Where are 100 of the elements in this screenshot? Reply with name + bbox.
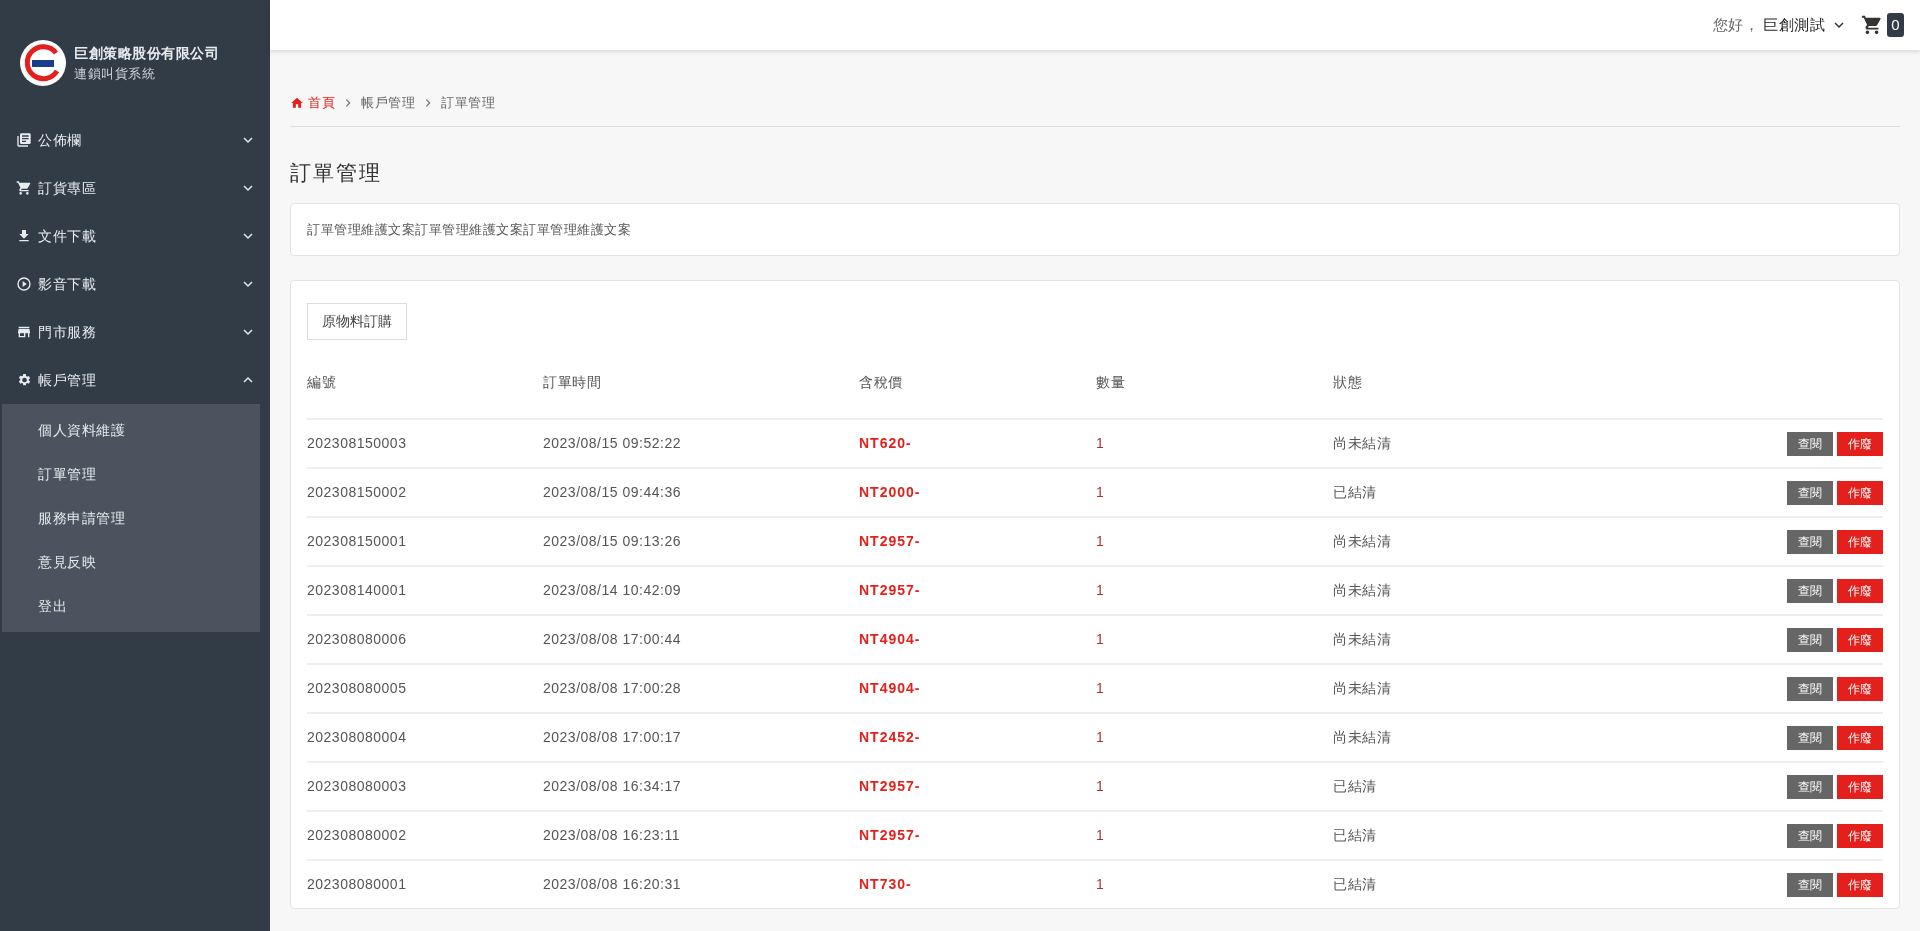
- view-button[interactable]: 查閱: [1787, 627, 1833, 652]
- sidebar-menu-item[interactable]: 文件下載: [0, 212, 270, 260]
- quantity-cell: 1: [1096, 761, 1333, 810]
- status-cell: 已結清: [1333, 810, 1683, 859]
- order-number: 202308150003: [307, 418, 543, 467]
- void-button[interactable]: 作廢: [1837, 627, 1883, 652]
- void-button[interactable]: 作廢: [1837, 578, 1883, 603]
- order-time: 2023/08/15 09:44:36: [543, 467, 859, 516]
- status-cell: 已結清: [1333, 859, 1683, 908]
- price-cell: NT2957-: [859, 810, 1096, 859]
- order-time: 2023/08/08 16:20:31: [543, 859, 859, 908]
- status-cell: 已結清: [1333, 467, 1683, 516]
- company-name: 巨創策略股份有限公司: [74, 43, 219, 63]
- view-button[interactable]: 查閱: [1787, 578, 1833, 603]
- void-button[interactable]: 作廢: [1837, 480, 1883, 505]
- page-title: 訂單管理: [290, 160, 383, 186]
- cart-icon: [1861, 14, 1884, 36]
- order-button[interactable]: 原物料訂購: [307, 303, 407, 340]
- chevron-down-icon: [242, 230, 254, 242]
- submenu-item[interactable]: 服務申請管理: [2, 496, 260, 540]
- chevron-down-icon: [242, 278, 254, 290]
- system-subtitle: 連鎖叫貨系統: [74, 64, 156, 83]
- void-button[interactable]: 作廢: [1837, 431, 1883, 456]
- sidebar-menu-item[interactable]: 門市服務: [0, 308, 270, 356]
- status-cell: 已結清: [1333, 761, 1683, 810]
- quantity-cell: 1: [1096, 565, 1333, 614]
- user-name[interactable]: 巨創測試: [1763, 13, 1826, 37]
- price-cell: NT2957-: [859, 516, 1096, 565]
- order-number: 202308140001: [307, 565, 543, 614]
- description-text: 訂單管理維護文案訂單管理維護文案訂單管理維護文案: [307, 220, 632, 239]
- void-button[interactable]: 作廢: [1837, 872, 1883, 897]
- sidebar-menu-item[interactable]: 公佈欄: [0, 116, 270, 164]
- order-number: 202308080005: [307, 663, 543, 712]
- column-header: 數量: [1096, 373, 1126, 392]
- price-cell: NT620-: [859, 418, 1096, 467]
- submenu-item[interactable]: 登出: [2, 584, 260, 628]
- void-button[interactable]: 作廢: [1837, 823, 1883, 848]
- chevron-down-icon: [242, 134, 254, 146]
- submenu-item[interactable]: 訂單管理: [2, 452, 260, 496]
- quantity-cell: 1: [1096, 663, 1333, 712]
- cart-icon: [16, 180, 32, 196]
- chevron-down-icon: [242, 182, 254, 194]
- quantity-cell: 1: [1096, 516, 1333, 565]
- order-time: 2023/08/14 10:42:09: [543, 565, 859, 614]
- chevron-down-icon: [242, 326, 254, 338]
- column-header: 訂單時間: [543, 373, 602, 392]
- download-icon: [16, 228, 32, 244]
- view-button[interactable]: 查閱: [1787, 431, 1833, 456]
- view-button[interactable]: 查閱: [1787, 725, 1833, 750]
- view-button[interactable]: 查閱: [1787, 529, 1833, 554]
- price-cell: NT4904-: [859, 614, 1096, 663]
- column-header: 狀態: [1333, 373, 1363, 392]
- status-cell: 尚未結清: [1333, 663, 1683, 712]
- price-cell: NT730-: [859, 859, 1096, 908]
- cart-count-badge: 0: [1887, 12, 1904, 38]
- order-number: 202308080006: [307, 614, 543, 663]
- order-time: 2023/08/15 09:13:26: [543, 516, 859, 565]
- logo-icon: [20, 40, 66, 86]
- sidebar-menu-item[interactable]: 帳戶管理: [0, 356, 270, 404]
- price-cell: NT2957-: [859, 565, 1096, 614]
- order-time: 2023/08/15 09:52:22: [543, 418, 859, 467]
- order-number: 202308150001: [307, 516, 543, 565]
- greeting-text: 您好，: [1712, 14, 1760, 35]
- price-cell: NT2000-: [859, 467, 1096, 516]
- status-cell: 尚未結清: [1333, 712, 1683, 761]
- status-cell: 尚未結清: [1333, 516, 1683, 565]
- store-icon: [16, 324, 32, 340]
- view-button[interactable]: 查閱: [1787, 676, 1833, 701]
- order-number: 202308080004: [307, 712, 543, 761]
- chevron-right-icon: [343, 98, 353, 108]
- view-button[interactable]: 查閱: [1787, 872, 1833, 897]
- status-cell: 尚未結清: [1333, 418, 1683, 467]
- price-cell: NT2452-: [859, 712, 1096, 761]
- breadcrumb-link[interactable]: 首頁: [290, 93, 335, 113]
- submenu-item[interactable]: 個人資料維護: [2, 408, 260, 452]
- chevron-right-icon: [423, 98, 433, 108]
- gear-icon: [16, 372, 32, 388]
- sidebar-menu-item[interactable]: 影音下載: [0, 260, 270, 308]
- view-button[interactable]: 查閱: [1787, 480, 1833, 505]
- quantity-cell: 1: [1096, 859, 1333, 908]
- view-button[interactable]: 查閱: [1787, 823, 1833, 848]
- column-header: 編號: [307, 373, 337, 392]
- void-button[interactable]: 作廢: [1837, 529, 1883, 554]
- sidebar-menu-item[interactable]: 訂貨專區: [0, 164, 270, 212]
- price-cell: NT2957-: [859, 761, 1096, 810]
- breadcrumb-link[interactable]: 帳戶管理: [361, 93, 415, 113]
- void-button[interactable]: 作廢: [1837, 725, 1883, 750]
- quantity-cell: 1: [1096, 418, 1333, 467]
- view-button[interactable]: 查閱: [1787, 774, 1833, 799]
- order-time: 2023/08/08 17:00:28: [543, 663, 859, 712]
- quantity-cell: 1: [1096, 810, 1333, 859]
- void-button[interactable]: 作廢: [1837, 676, 1883, 701]
- order-time: 2023/08/08 16:34:17: [543, 761, 859, 810]
- home-icon: [290, 96, 304, 110]
- order-time: 2023/08/08 17:00:17: [543, 712, 859, 761]
- void-button[interactable]: 作廢: [1837, 774, 1883, 799]
- book-icon: [16, 132, 32, 148]
- quantity-cell: 1: [1096, 467, 1333, 516]
- submenu-item[interactable]: 意見反映: [2, 540, 260, 584]
- order-time: 2023/08/08 16:23:11: [543, 810, 859, 859]
